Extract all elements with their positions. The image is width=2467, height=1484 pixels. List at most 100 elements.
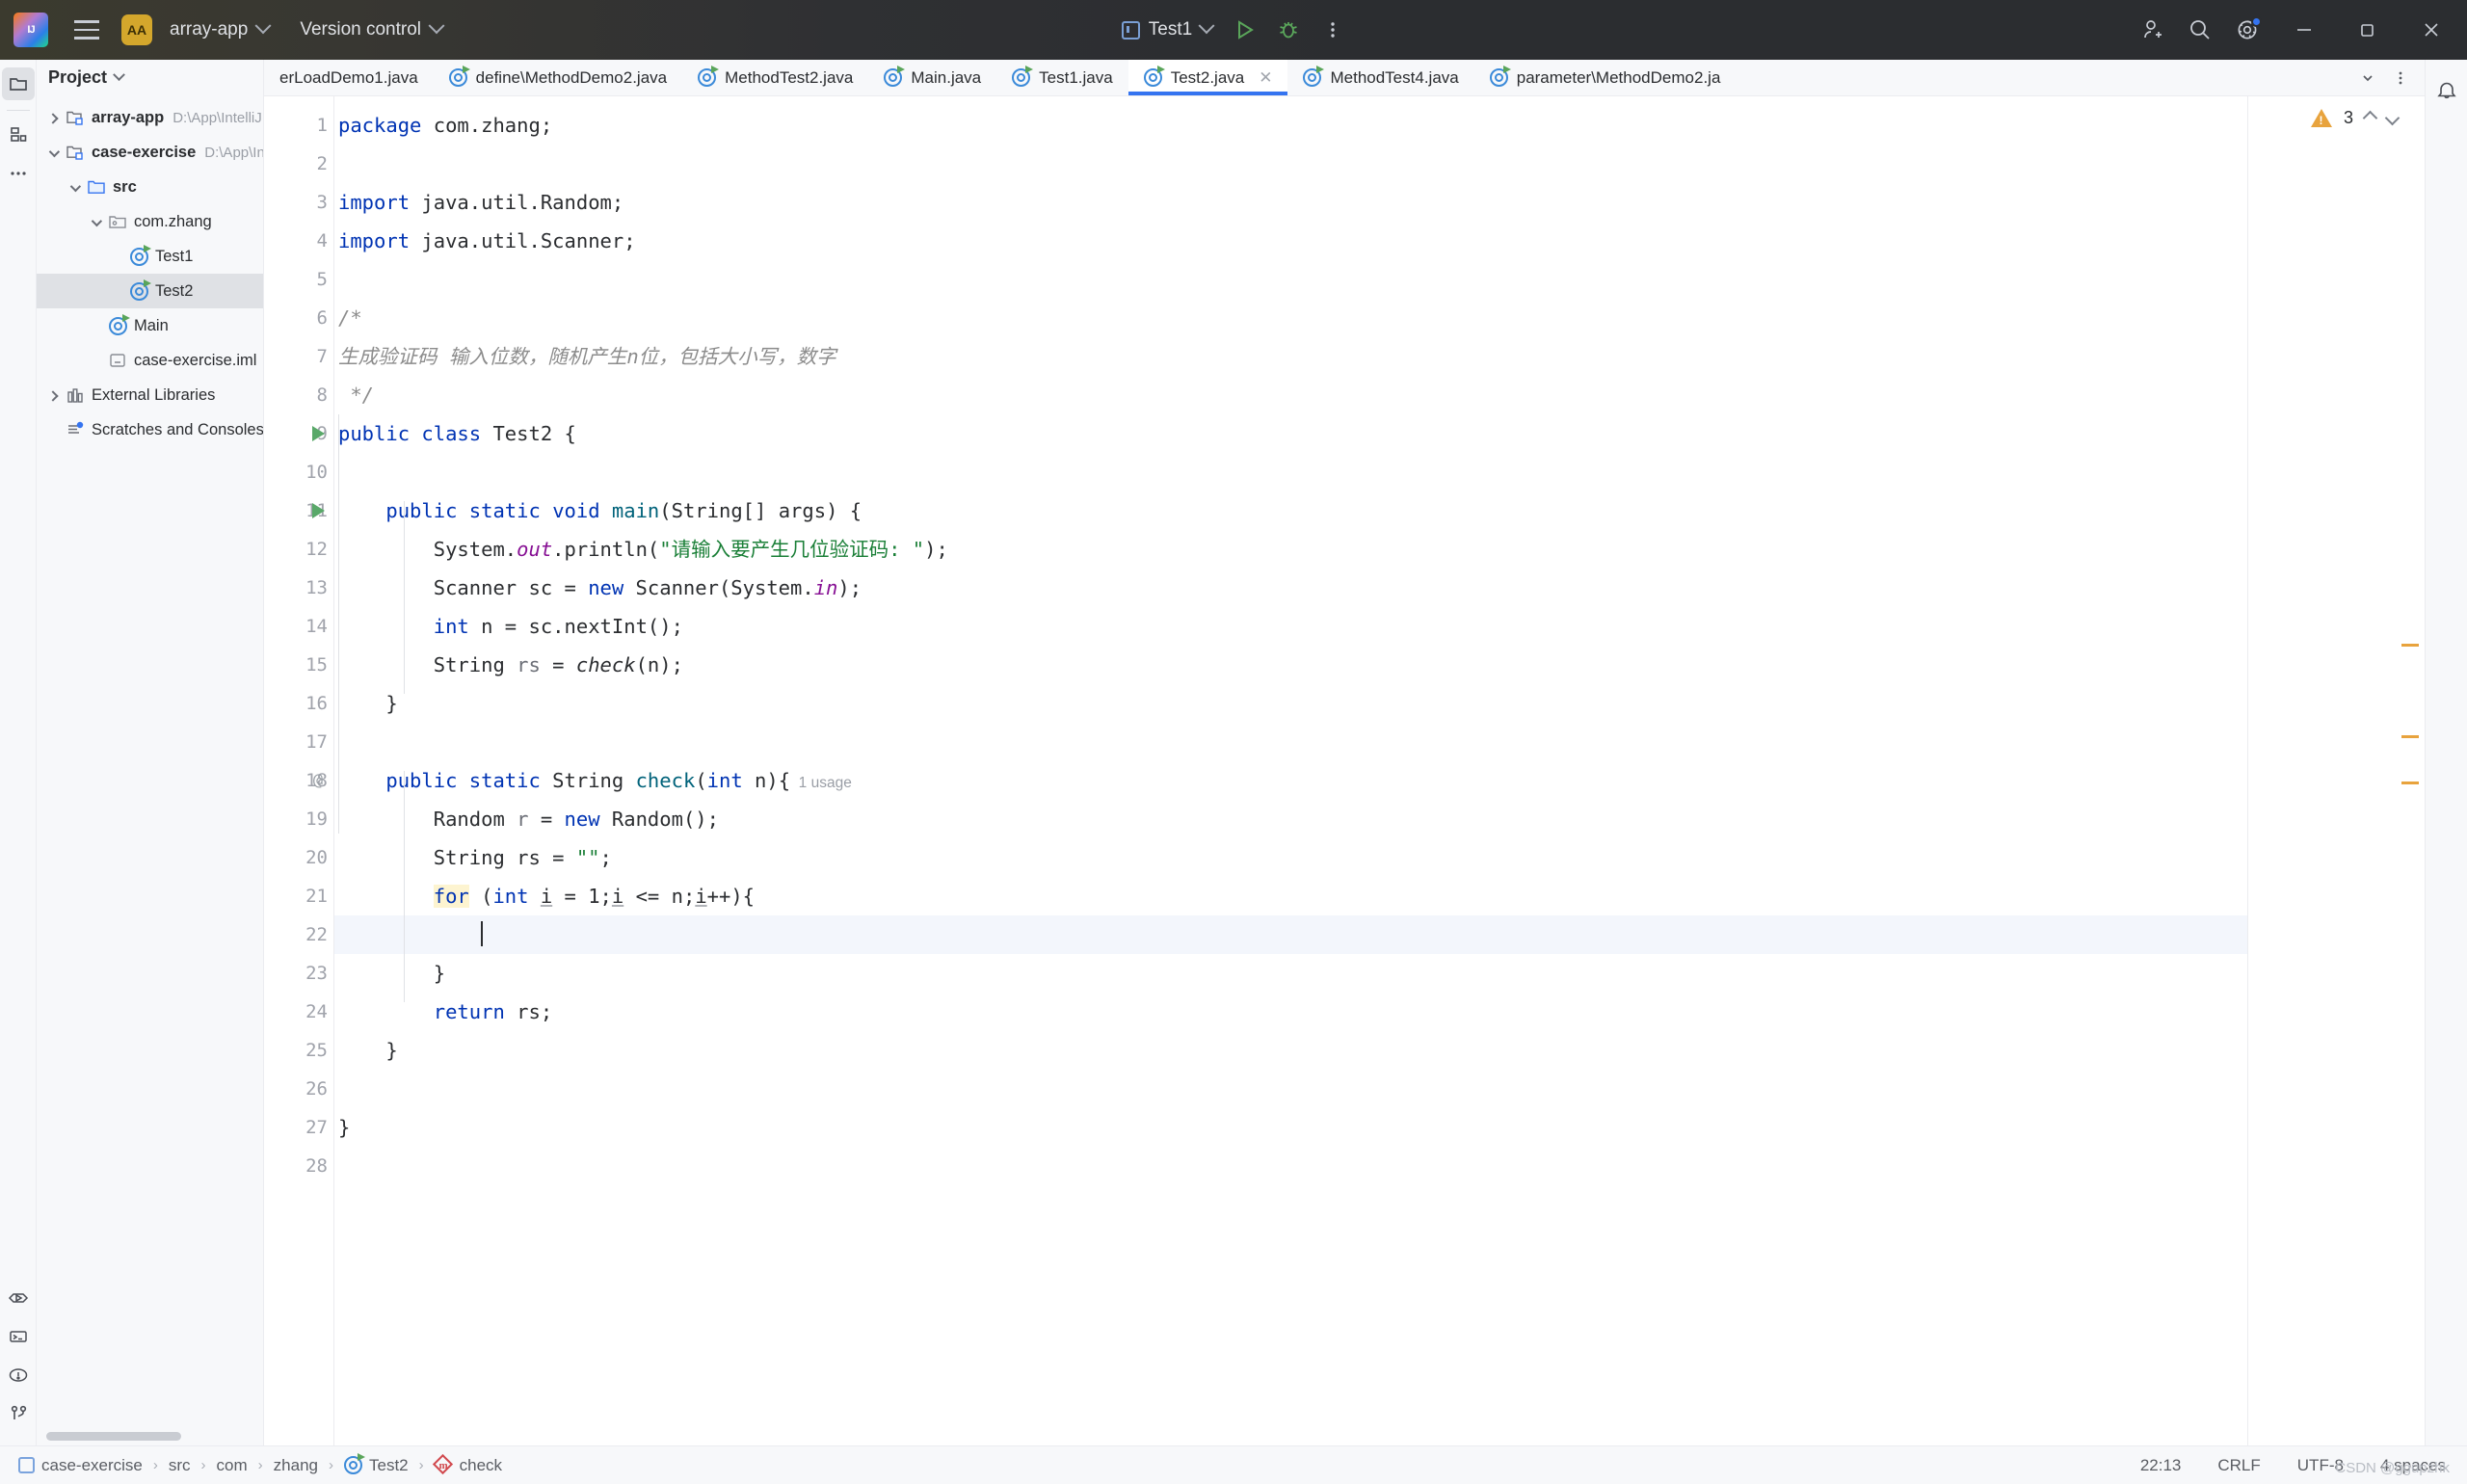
code-line-13[interactable]: Scanner sc = new Scanner(System.in);: [334, 569, 2425, 607]
editor-tab-main-java[interactable]: Main.java: [868, 60, 996, 95]
method-marker-gutter-icon[interactable]: @: [306, 761, 330, 800]
structure-tool-window-button[interactable]: [2, 119, 35, 151]
tree-item-com-zhang[interactable]: com.zhang: [37, 204, 263, 239]
code-line-15[interactable]: String rs = check(n);: [334, 646, 2425, 684]
code-line-12[interactable]: System.out.println("请输入要产生几位验证码: ");: [334, 530, 2425, 569]
breadcrumb-item-zhang[interactable]: zhang: [271, 1454, 321, 1477]
code-line-14[interactable]: int n = sc.nextInt();: [334, 607, 2425, 646]
editor-tabs[interactable]: erLoadDemo1.java define\MethodDemo2.java M…: [264, 60, 2344, 95]
next-problem-icon[interactable]: [2384, 110, 2401, 126]
tree-item-main[interactable]: Main: [37, 308, 263, 343]
run-tool-window-button[interactable]: [2, 1282, 35, 1314]
hamburger-menu-icon[interactable]: [66, 11, 108, 49]
tree-item-src[interactable]: src: [37, 170, 263, 204]
project-tree[interactable]: array-app D:\App\IntelliJ IDEA C case-exer…: [37, 94, 263, 1445]
code-line-24[interactable]: return rs;: [334, 993, 2425, 1031]
code-line-28[interactable]: [334, 1147, 2425, 1185]
code-line-27[interactable]: }: [334, 1108, 2425, 1147]
debug-icon[interactable]: [1266, 8, 1311, 52]
tree-item-external-libraries[interactable]: External Libraries: [37, 378, 263, 412]
code-line-26[interactable]: [334, 1070, 2425, 1108]
line-separator[interactable]: CRLF: [2212, 1454, 2266, 1477]
code-line-5[interactable]: [334, 260, 2425, 299]
code-content[interactable]: package com.zhang; import java.util.Rando…: [334, 96, 2425, 1445]
breadcrumb-item-src[interactable]: src: [166, 1454, 194, 1477]
code-line-4[interactable]: import java.util.Scanner;: [334, 222, 2425, 260]
tree-expander[interactable]: [42, 111, 64, 125]
more-tabs-icon[interactable]: [2386, 64, 2415, 93]
code-line-11[interactable]: public static void main(String[] args) {: [334, 491, 2425, 530]
project-tool-window-button[interactable]: [1, 67, 35, 100]
code-line-6[interactable]: /*: [334, 299, 2425, 337]
tree-item-case-exercise-iml[interactable]: case-exercise.iml: [37, 343, 263, 378]
code-line-7[interactable]: 生成验证码 输入位数，随机产生n位，包括大小写，数字: [334, 337, 2425, 376]
run-configuration-selector[interactable]: Test1: [1112, 14, 1222, 45]
warning-marker[interactable]: [2401, 782, 2419, 784]
code-line-9[interactable]: public class Test2 {: [334, 414, 2425, 453]
editor-tab-test2-java[interactable]: Test2.java ✕: [1127, 60, 1288, 95]
settings-icon[interactable]: [2226, 8, 2270, 52]
tree-expander[interactable]: [42, 146, 64, 160]
chevron-down-icon[interactable]: [2353, 64, 2382, 93]
code-line-10[interactable]: [334, 453, 2425, 491]
editor-tab-define-methoddemo2-java[interactable]: define\MethodDemo2.java: [434, 60, 682, 95]
inspection-widget[interactable]: 3: [2310, 108, 2401, 128]
file-encoding[interactable]: UTF-8: [2292, 1454, 2349, 1477]
tree-item-case-exercise[interactable]: case-exercise D:\App\IntelliJ IDE: [37, 135, 263, 170]
code-line-1[interactable]: package com.zhang;: [334, 106, 2425, 145]
code-line-23[interactable]: }: [334, 954, 2425, 993]
maximize-icon[interactable]: [2338, 0, 2398, 60]
line-number-gutter[interactable]: 1 2 3 4 5 6 7 8 9 10 11 12 13 14 15 16 17 18 19 20 21 22 23 24 2…: [264, 96, 333, 1445]
chevron-down-icon[interactable]: [113, 67, 125, 81]
run-method-gutter-icon[interactable]: [306, 491, 330, 530]
breadcrumb-item-case-exercise[interactable]: case-exercise: [15, 1454, 146, 1477]
editor-tab-test1-java[interactable]: Test1.java: [996, 60, 1128, 95]
code-line-3[interactable]: import java.util.Random;: [334, 183, 2425, 222]
more-options-icon[interactable]: [1311, 8, 1355, 52]
editor-tab-methodtest4-java[interactable]: MethodTest4.java: [1287, 60, 1473, 95]
tree-item-array-app[interactable]: array-app D:\App\IntelliJ IDEA C: [37, 100, 263, 135]
indent-setting[interactable]: 4 spaces: [2374, 1454, 2452, 1477]
code-line-19[interactable]: Random r = new Random();: [334, 800, 2425, 838]
run-class-gutter-icon[interactable]: [306, 414, 330, 453]
problems-tool-window-button[interactable]: [2, 1359, 35, 1391]
more-tool-windows-button[interactable]: [2, 157, 35, 190]
close-tab-icon[interactable]: ✕: [1259, 68, 1272, 88]
breadcrumb-item-com[interactable]: com: [214, 1454, 251, 1477]
code-line-18[interactable]: public static String check(int n){ 1 usa…: [334, 761, 2425, 800]
breadcrumb-item-test2[interactable]: Test2: [341, 1453, 411, 1477]
version-control-dropdown[interactable]: Version control: [292, 13, 450, 46]
project-horizontal-scrollbar[interactable]: [46, 1432, 181, 1441]
warning-marker[interactable]: [2401, 644, 2419, 647]
code-line-17[interactable]: [334, 723, 2425, 761]
run-icon[interactable]: [1222, 8, 1266, 52]
minimize-icon[interactable]: [2274, 0, 2334, 60]
search-icon[interactable]: [2178, 8, 2222, 52]
previous-problem-icon[interactable]: [2362, 110, 2378, 126]
editor-tab-erloaddemo1-java[interactable]: erLoadDemo1.java: [264, 60, 434, 95]
warning-marker[interactable]: [2401, 735, 2419, 738]
code-line-8[interactable]: */: [334, 376, 2425, 414]
close-icon[interactable]: [2401, 0, 2461, 60]
code-line-16[interactable]: }: [334, 684, 2425, 723]
version-control-tool-window-button[interactable]: [2, 1397, 35, 1430]
editor-tab-methodtest2-java[interactable]: MethodTest2.java: [682, 60, 868, 95]
code-line-25[interactable]: }: [334, 1031, 2425, 1070]
code-line-2[interactable]: [334, 145, 2425, 183]
terminal-tool-window-button[interactable]: [2, 1320, 35, 1353]
breadcrumb[interactable]: case-exercise › src › com › zhang › Test2 › m check: [15, 1453, 505, 1477]
project-panel-header[interactable]: Project: [37, 60, 263, 94]
tree-item-test1[interactable]: Test1: [37, 239, 263, 274]
project-name-dropdown[interactable]: array-app: [162, 13, 277, 46]
editor-tab-parameter-methoddemo2-ja[interactable]: parameter\MethodDemo2.ja: [1474, 60, 1737, 95]
code-editor[interactable]: 1 2 3 4 5 6 7 8 9 10 11 12 13 14 15 16 17 18 19 20 21 22 23 24 2…: [264, 96, 2425, 1445]
notifications-icon[interactable]: [2430, 73, 2463, 106]
breadcrumb-item-check[interactable]: m check: [432, 1453, 505, 1477]
tree-expander[interactable]: [64, 180, 85, 195]
code-line-22[interactable]: [334, 915, 2425, 954]
caret-position[interactable]: 22:13: [2135, 1454, 2188, 1477]
tree-item-scratches-and-consoles[interactable]: Scratches and Consoles: [37, 412, 263, 447]
code-line-21[interactable]: for (int i = 1;i <= n;i++){: [334, 877, 2425, 915]
code-line-20[interactable]: String rs = "";: [334, 838, 2425, 877]
tree-expander[interactable]: [42, 388, 64, 403]
